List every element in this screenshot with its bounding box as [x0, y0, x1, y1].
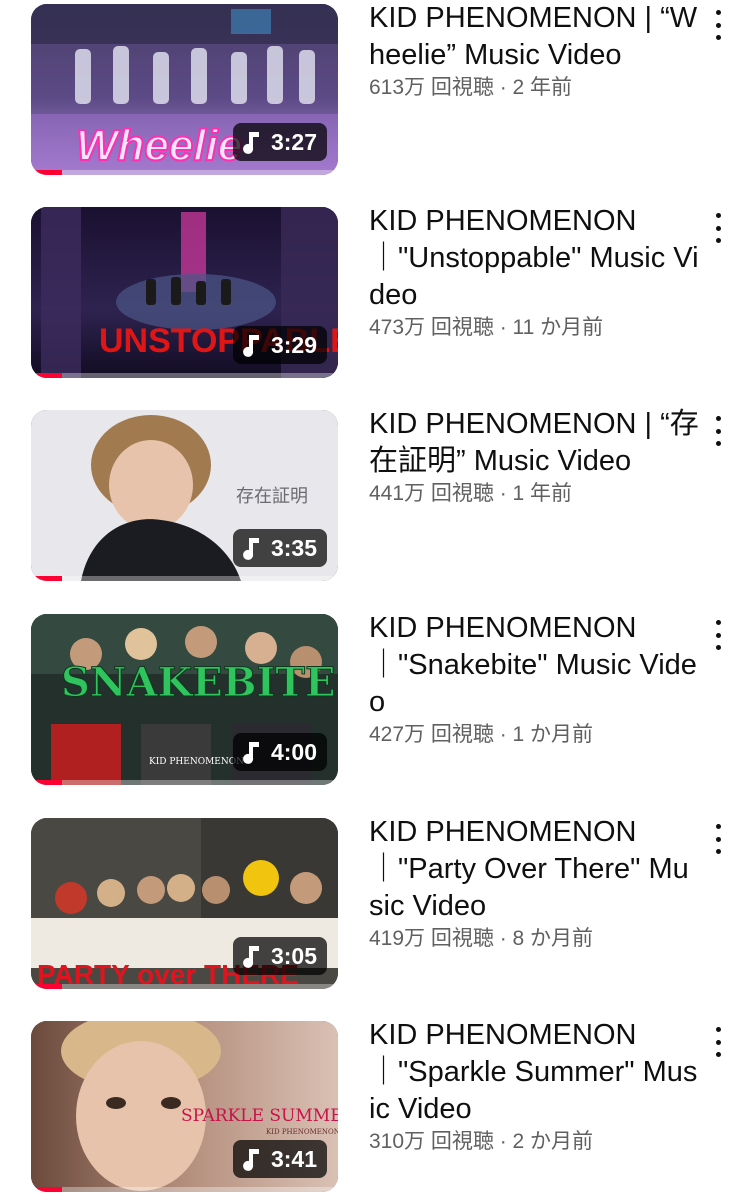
watch-progress-bar	[31, 170, 338, 175]
video-thumbnail[interactable]: SPARKLE SUMMER KID PHENOMENON 3:41	[31, 1021, 338, 1192]
more-options-icon[interactable]	[706, 824, 730, 854]
video-title[interactable]: KID PHENOMENON ｜"Sparkle Summer" Music V…	[369, 1017, 699, 1128]
duration-text: 4:00	[270, 738, 317, 765]
duration-text: 3:05	[270, 942, 317, 969]
duration-badge: 3:05	[232, 937, 327, 975]
watch-progress-fill	[31, 984, 62, 989]
music-note-icon	[243, 538, 259, 560]
video-info: KID PHENOMENON ｜"Unstoppable" Music Vide…	[369, 203, 699, 342]
video-thumbnail[interactable]: UNSTOPPABLE 3:29	[31, 207, 338, 378]
duration-text: 3:41	[270, 1145, 317, 1172]
duration-badge: 3:35	[232, 529, 327, 567]
video-meta: 613万 回視聴 · 2 年前	[369, 76, 573, 99]
watch-progress-bar	[31, 373, 338, 378]
video-item[interactable]: PARTY over THERE 3:05 KID PHENOMENON ｜"P…	[0, 814, 749, 1004]
video-title[interactable]: KID PHENOMENON ｜"Party Over There" Music…	[369, 814, 699, 925]
watch-progress-fill	[31, 1187, 62, 1192]
video-item[interactable]: SNAKEBITE KID PHENOMENON 4:00 KID PHENOM…	[0, 610, 749, 800]
video-item[interactable]: 存在証明 3:35 KID PHENOMENON | “存在証明” Music …	[0, 406, 749, 596]
watch-progress-fill	[31, 780, 62, 785]
video-item[interactable]: Wheelie 3:27 KID PHENOMENON | “Wheelie” …	[0, 0, 749, 190]
duration-text: 3:27	[270, 128, 317, 155]
video-meta: 310万 回視聴 · 2 か月前	[369, 1130, 594, 1153]
thumbnail-title-text: SPARKLE SUMMER	[181, 1106, 338, 1126]
video-thumbnail[interactable]: Wheelie 3:27	[31, 4, 338, 175]
video-meta: 419万 回視聴 · 8 か月前	[369, 927, 594, 950]
duration-badge: 3:41	[232, 1140, 327, 1178]
watch-progress-bar	[31, 984, 338, 989]
more-options-icon[interactable]	[706, 1027, 730, 1057]
video-title[interactable]: KID PHENOMENON ｜"Snakebite" Music Video	[369, 610, 699, 721]
duration-badge: 3:29	[232, 326, 327, 364]
video-info: KID PHENOMENON ｜"Sparkle Summer" Music V…	[369, 1017, 699, 1156]
watch-progress-fill	[31, 576, 62, 581]
more-options-icon[interactable]	[706, 620, 730, 650]
music-note-icon	[243, 946, 259, 968]
video-list: Wheelie 3:27 KID PHENOMENON | “Wheelie” …	[0, 0, 749, 1200]
watch-progress-bar	[31, 576, 338, 581]
video-thumbnail[interactable]: 存在証明 3:35	[31, 410, 338, 581]
video-thumbnail[interactable]: SNAKEBITE KID PHENOMENON 4:00	[31, 614, 338, 785]
video-title[interactable]: KID PHENOMENON | “存在証明” Music Video	[369, 406, 699, 480]
thumbnail-title-text: Wheelie	[76, 121, 242, 170]
video-info: KID PHENOMENON | “Wheelie” Music Video 6…	[369, 0, 699, 102]
watch-progress-fill	[31, 373, 62, 378]
duration-badge: 4:00	[232, 733, 327, 771]
duration-text: 3:35	[270, 534, 317, 561]
more-options-icon[interactable]	[706, 213, 730, 243]
video-thumbnail[interactable]: PARTY over THERE 3:05	[31, 818, 338, 989]
video-info: KID PHENOMENON ｜"Party Over There" Music…	[369, 814, 699, 953]
more-options-icon[interactable]	[706, 416, 730, 446]
thumbnail-subtitle-text: KID PHENOMENON	[149, 757, 244, 767]
video-info: KID PHENOMENON | “存在証明” Music Video 441万…	[369, 406, 699, 508]
music-note-icon	[243, 132, 259, 154]
video-title[interactable]: KID PHENOMENON ｜"Unstoppable" Music Vide…	[369, 203, 699, 314]
watch-progress-bar	[31, 780, 338, 785]
video-item[interactable]: UNSTOPPABLE 3:29 KID PHENOMENON ｜"Unstop…	[0, 203, 749, 393]
video-meta: 441万 回視聴 · 1 年前	[369, 482, 573, 505]
watch-progress-bar	[31, 1187, 338, 1192]
video-info: KID PHENOMENON ｜"Snakebite" Music Video …	[369, 610, 699, 749]
video-meta: 473万 回視聴 · 11 か月前	[369, 316, 604, 339]
more-options-icon[interactable]	[706, 10, 730, 40]
duration-text: 3:29	[270, 331, 317, 358]
thumbnail-title-text: SNAKEBITE	[61, 659, 336, 706]
thumbnail-title-text: 存在証明	[236, 486, 308, 507]
video-title[interactable]: KID PHENOMENON | “Wheelie” Music Video	[369, 0, 699, 74]
music-note-icon	[243, 335, 259, 357]
duration-badge: 3:27	[232, 123, 327, 161]
music-note-icon	[243, 742, 259, 764]
video-meta: 427万 回視聴 · 1 か月前	[369, 723, 594, 746]
music-note-icon	[243, 1149, 259, 1171]
thumbnail-subtitle-text: KID PHENOMENON	[266, 1128, 338, 1136]
watch-progress-fill	[31, 170, 62, 175]
video-item[interactable]: SPARKLE SUMMER KID PHENOMENON 3:41 KID P…	[0, 1017, 749, 1200]
